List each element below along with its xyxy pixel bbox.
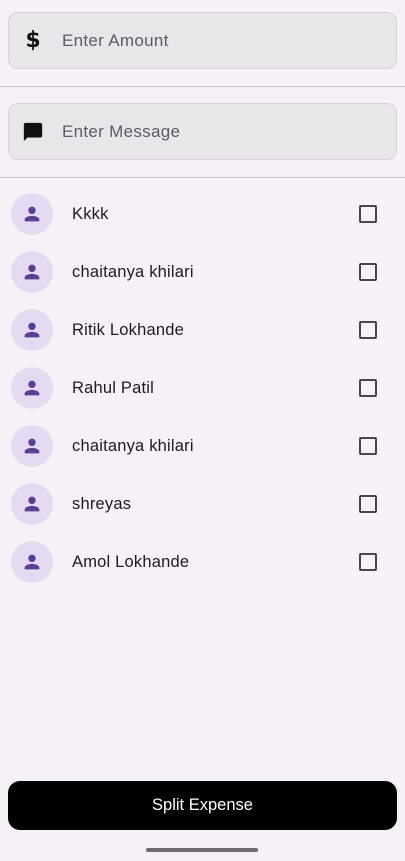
- avatar: [11, 309, 53, 351]
- list-item[interactable]: Kkkk: [0, 185, 405, 243]
- message-icon: [21, 120, 45, 144]
- message-input[interactable]: [62, 116, 362, 147]
- contact-name: Ritik Lokhande: [72, 320, 184, 339]
- contact-name: chaitanya khilari: [72, 436, 194, 455]
- person-icon: [24, 380, 40, 396]
- avatar: [11, 251, 53, 293]
- avatar: [11, 483, 53, 525]
- avatar: [11, 541, 53, 583]
- contact-name: Kkkk: [72, 204, 109, 223]
- avatar: [11, 193, 53, 235]
- contact-checkbox[interactable]: [359, 263, 377, 281]
- list-item[interactable]: shreyas: [0, 475, 405, 533]
- contact-checkbox[interactable]: [359, 553, 377, 571]
- split-expense-button[interactable]: Split Expense: [8, 781, 397, 830]
- amount-input[interactable]: [62, 25, 362, 56]
- contact-name: Rahul Patil: [72, 378, 154, 397]
- person-icon: [24, 206, 40, 222]
- dollar-icon: $: [25, 27, 41, 53]
- contact-name: chaitanya khilari: [72, 262, 194, 281]
- contact-name: Amol Lokhande: [72, 552, 190, 571]
- person-icon: [24, 438, 40, 454]
- message-field[interactable]: [8, 103, 397, 160]
- person-icon: [24, 554, 40, 570]
- avatar: [11, 425, 53, 467]
- amount-field[interactable]: $: [8, 12, 397, 69]
- list-item[interactable]: chaitanya khilari: [0, 243, 405, 301]
- contact-checkbox[interactable]: [359, 437, 377, 455]
- home-indicator[interactable]: [146, 848, 258, 852]
- person-icon: [24, 496, 40, 512]
- list-item[interactable]: Ritik Lokhande: [0, 301, 405, 359]
- contact-checkbox[interactable]: [359, 321, 377, 339]
- contact-checkbox[interactable]: [359, 495, 377, 513]
- contact-checkbox[interactable]: [359, 379, 377, 397]
- divider: [0, 86, 405, 87]
- divider: [0, 177, 405, 178]
- list-item[interactable]: Amol Lokhande: [0, 533, 405, 591]
- person-icon: [24, 322, 40, 338]
- contact-name: shreyas: [72, 494, 132, 513]
- contact-checkbox[interactable]: [359, 205, 377, 223]
- list-item[interactable]: chaitanya khilari: [0, 417, 405, 475]
- avatar: [11, 367, 53, 409]
- split-expense-screen: $ Kkkk chaitanya khilari: [0, 0, 405, 861]
- contact-list: Kkkk chaitanya khilari Ritik Lokhande Ra…: [0, 185, 405, 591]
- list-item[interactable]: Rahul Patil: [0, 359, 405, 417]
- person-icon: [24, 264, 40, 280]
